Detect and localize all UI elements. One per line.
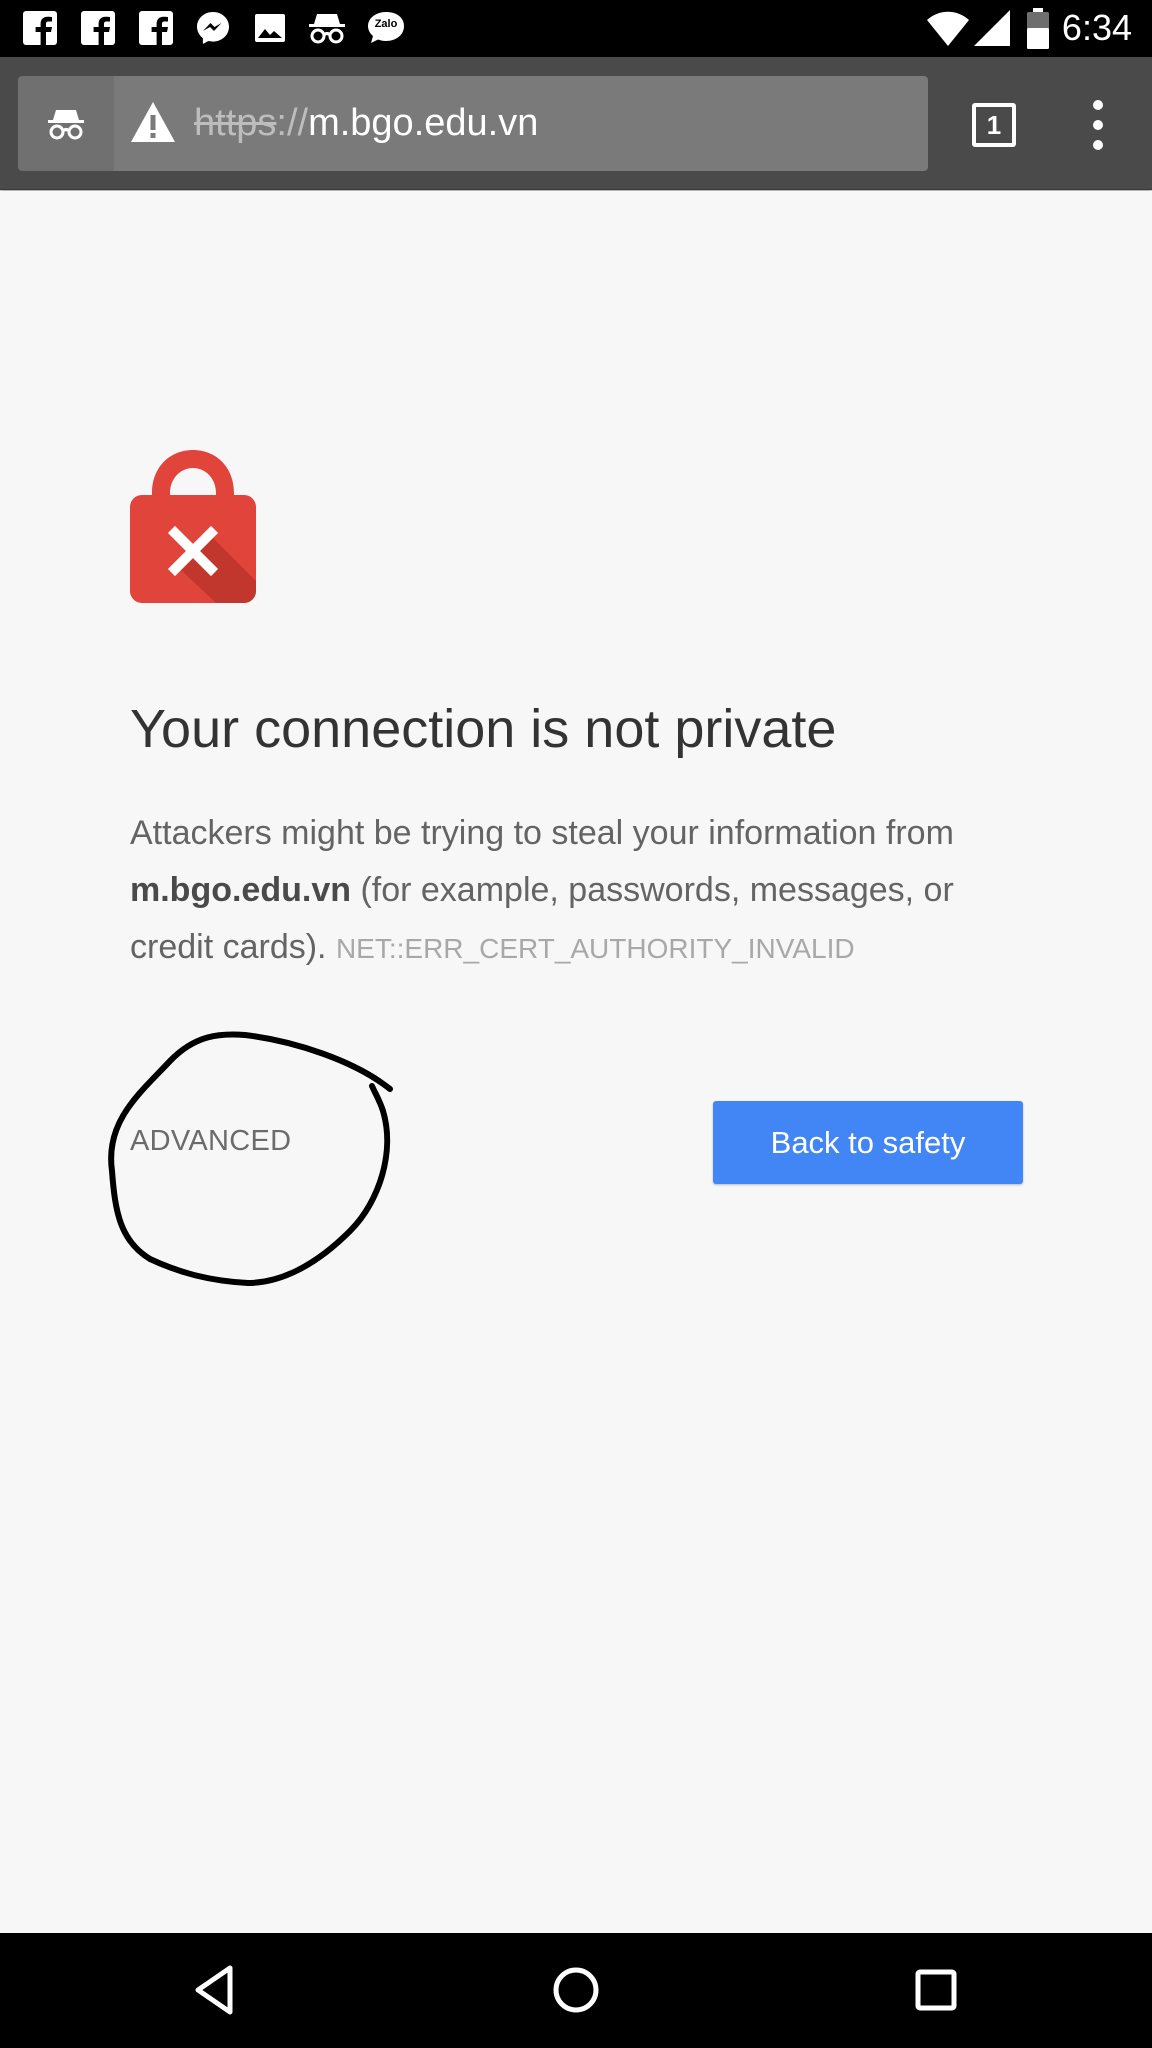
browser-toolbar: https://m.bgo.edu.vn 1 bbox=[0, 57, 1152, 190]
warning-icon[interactable] bbox=[130, 100, 176, 144]
url-text[interactable]: https://m.bgo.edu.vn bbox=[194, 100, 538, 146]
zalo-icon: Zalo bbox=[366, 10, 406, 46]
facebook-icon bbox=[139, 11, 173, 45]
tab-count: 1 bbox=[986, 110, 1002, 140]
status-time: 6:34 bbox=[1061, 7, 1132, 48]
url-scheme: https bbox=[194, 102, 277, 144]
url-bar[interactable]: https://m.bgo.edu.vn bbox=[114, 76, 928, 171]
gallery-icon bbox=[255, 14, 285, 42]
battery-icon bbox=[1027, 8, 1049, 49]
incognito-button[interactable] bbox=[18, 76, 114, 171]
zalo-label: Zalo bbox=[374, 18, 398, 30]
warning-domain: m.bgo.edu.vn bbox=[130, 871, 351, 909]
home-nav-icon[interactable] bbox=[546, 1960, 606, 2020]
warning-message: Attackers might be trying to steal your … bbox=[130, 805, 1030, 977]
url-host: m.bgo.edu.vn bbox=[308, 102, 539, 144]
url-separator: :// bbox=[276, 102, 309, 144]
broken-lock-icon bbox=[130, 450, 256, 603]
page-title: Your connection is not private bbox=[130, 699, 837, 759]
overflow-menu-icon[interactable] bbox=[1082, 97, 1114, 153]
status-bar: Zalo 6:34 bbox=[0, 0, 1152, 57]
advanced-button[interactable]: ADVANCED bbox=[130, 1121, 291, 1161]
wifi-icon bbox=[927, 11, 969, 46]
back-nav-icon[interactable] bbox=[186, 1960, 246, 2020]
hand-drawn-circle-annotation bbox=[108, 1031, 393, 1286]
facebook-icon bbox=[81, 11, 115, 45]
signal-icon bbox=[974, 10, 1010, 46]
error-code: NET::ERR_CERT_AUTHORITY_INVALID bbox=[335, 933, 855, 964]
interstitial-page: Your connection is not private Attackers… bbox=[0, 191, 1152, 1933]
facebook-icon bbox=[23, 11, 57, 45]
phone-screen: Zalo 6:34 https://m.bgo.edu.vn 1 Your co… bbox=[0, 0, 1152, 2048]
back-to-safety-button[interactable]: Back to safety bbox=[713, 1101, 1023, 1184]
incognito-icon bbox=[309, 14, 345, 44]
tab-switcher-button[interactable]: 1 bbox=[972, 103, 1016, 147]
incognito-icon bbox=[48, 109, 84, 139]
messenger-icon bbox=[197, 12, 229, 44]
recents-nav-icon[interactable] bbox=[906, 1960, 966, 2020]
warning-message-prefix: Attackers might be trying to steal your … bbox=[130, 814, 954, 852]
navigation-bar bbox=[0, 1933, 1152, 2048]
